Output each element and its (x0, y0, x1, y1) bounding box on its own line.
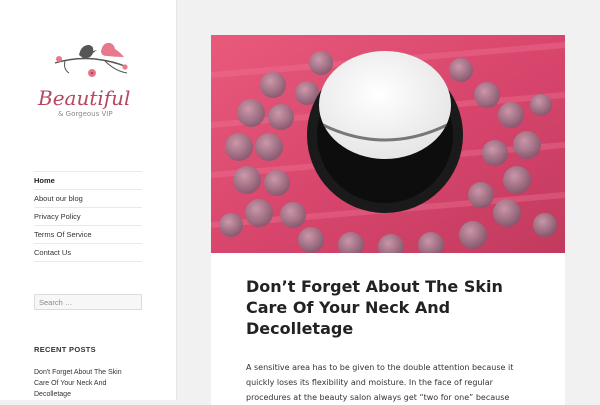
recent-posts-list: Don't Forget About The Skin Care Of Your… (34, 367, 134, 400)
menu-item-home[interactable]: Home (34, 172, 142, 190)
main-menu: Home About our blog Privacy Policy Terms… (34, 171, 142, 262)
site-name: Beautiful (38, 86, 131, 110)
menu-item-terms[interactable]: Terms Of Service (34, 226, 142, 244)
sidebar: Beautiful & Gorgeous VIP Home About our … (0, 0, 177, 400)
recent-posts-heading: RECENT POSTS (34, 345, 96, 354)
recent-post-link[interactable]: Don't Forget About The Skin Care Of Your… (34, 367, 134, 400)
post-excerpt: A sensitive area has to be given to the … (246, 363, 514, 402)
menu-item-privacy[interactable]: Privacy Policy (34, 208, 142, 226)
site-logo[interactable] (35, 35, 143, 135)
birds-logo-icon (35, 35, 143, 135)
post-card: Don’t Forget About The Skin Care Of Your… (211, 35, 565, 405)
menu-item-contact[interactable]: Contact Us (34, 244, 142, 262)
site-tagline: & Gorgeous VIP (58, 110, 113, 118)
post-title[interactable]: Don’t Forget About The Skin Care Of Your… (246, 276, 536, 339)
menu-item-about[interactable]: About our blog (34, 190, 142, 208)
post-featured-image[interactable] (211, 35, 565, 253)
search-input[interactable] (34, 294, 142, 310)
